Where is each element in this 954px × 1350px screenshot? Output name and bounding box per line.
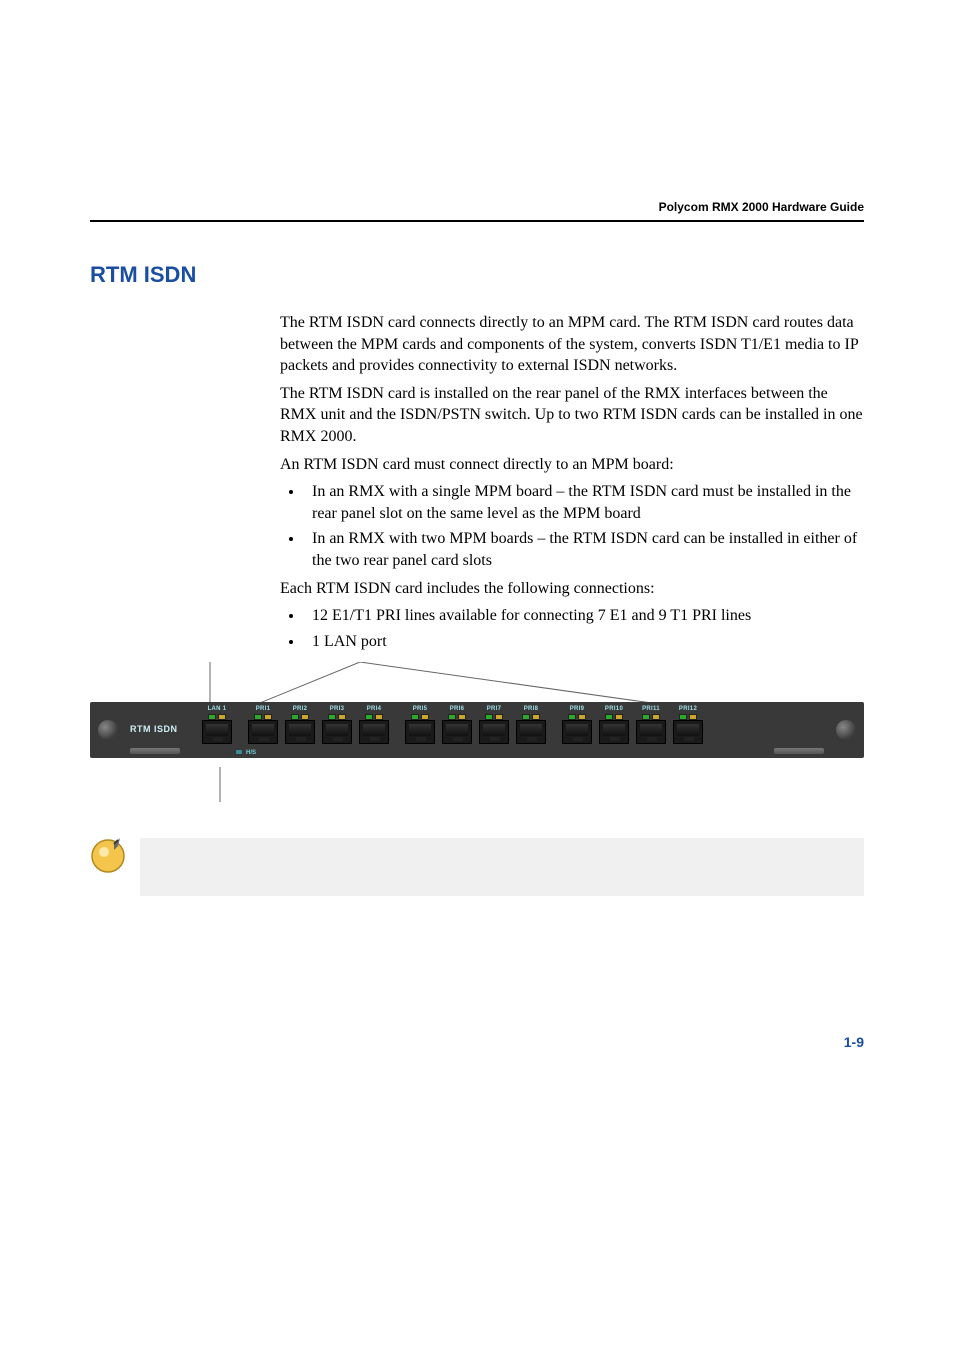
pri-port: PRI3 bbox=[320, 705, 354, 753]
pri-port: PRI9 bbox=[560, 705, 594, 753]
screw-icon bbox=[836, 720, 856, 740]
list-item: 1 LAN port bbox=[304, 631, 864, 653]
pri-port: PRI7 bbox=[477, 705, 511, 753]
handle bbox=[130, 748, 180, 754]
rj45-port bbox=[673, 720, 703, 744]
pin-note-icon bbox=[90, 838, 126, 874]
note-block bbox=[90, 838, 864, 896]
rtm-isdn-figure: RTM ISDN H/S LAN 1 PRI1 PRI2 PRI3 PRI4 bbox=[90, 702, 864, 758]
rj45-port bbox=[479, 720, 509, 744]
pri-port: PRI11 bbox=[634, 705, 668, 753]
port-label: PRI7 bbox=[487, 705, 502, 713]
pri-port: PRI4 bbox=[357, 705, 391, 753]
bullet-list: 12 E1/T1 PRI lines available for connect… bbox=[280, 605, 864, 652]
header-rule bbox=[90, 220, 864, 222]
card-label: RTM ISDN bbox=[130, 724, 178, 734]
port-label: LAN 1 bbox=[208, 705, 227, 713]
pri-group: PRI9 PRI10 PRI11 PRI12 bbox=[560, 705, 705, 753]
ports-row: LAN 1 PRI1 PRI2 PRI3 PRI4 PRI5 PRI6 PRI7… bbox=[200, 705, 744, 753]
list-item: In an RMX with two MPM boards – the RTM … bbox=[304, 528, 864, 571]
list-item: 12 E1/T1 PRI lines available for connect… bbox=[304, 605, 864, 627]
rj45-port bbox=[636, 720, 666, 744]
rj45-port bbox=[599, 720, 629, 744]
pri-port: PRI2 bbox=[283, 705, 317, 753]
rj45-port bbox=[359, 720, 389, 744]
port-label: PRI6 bbox=[450, 705, 465, 713]
pri-group: PRI1 PRI2 PRI3 PRI4 bbox=[246, 705, 391, 753]
pri-port: PRI1 bbox=[246, 705, 280, 753]
port-label: PRI1 bbox=[256, 705, 271, 713]
lan-port: LAN 1 bbox=[200, 705, 234, 753]
pri-port: PRI12 bbox=[671, 705, 705, 753]
port-label: PRI3 bbox=[330, 705, 345, 713]
bullet-list: In an RMX with a single MPM board – the … bbox=[280, 481, 864, 571]
pri-group: PRI5 PRI6 PRI7 PRI8 bbox=[403, 705, 548, 753]
port-label: PRI11 bbox=[642, 705, 660, 713]
port-label: PRI5 bbox=[413, 705, 428, 713]
pri-port: PRI8 bbox=[514, 705, 548, 753]
pri-port: PRI10 bbox=[597, 705, 631, 753]
port-label: PRI10 bbox=[605, 705, 623, 713]
port-label: PRI8 bbox=[524, 705, 539, 713]
handle bbox=[774, 748, 824, 754]
body-text: The RTM ISDN card connects directly to a… bbox=[280, 312, 864, 652]
port-label: PRI12 bbox=[679, 705, 697, 713]
rj45-port bbox=[442, 720, 472, 744]
port-label: PRI2 bbox=[293, 705, 308, 713]
paragraph: The RTM ISDN card connects directly to a… bbox=[280, 312, 864, 377]
screw-icon bbox=[98, 720, 118, 740]
paragraph: Each RTM ISDN card includes the followin… bbox=[280, 578, 864, 600]
note-content bbox=[140, 838, 864, 896]
pri-port: PRI5 bbox=[403, 705, 437, 753]
port-label: PRI4 bbox=[367, 705, 382, 713]
rj45-port bbox=[322, 720, 352, 744]
port-label: PRI9 bbox=[570, 705, 585, 713]
rj45-port bbox=[202, 720, 232, 744]
paragraph: An RTM ISDN card must connect directly t… bbox=[280, 454, 864, 476]
section-title: RTM ISDN bbox=[90, 262, 864, 288]
page-header: Polycom RMX 2000 Hardware Guide bbox=[90, 200, 864, 214]
list-item: In an RMX with a single MPM board – the … bbox=[304, 481, 864, 524]
rj45-port bbox=[516, 720, 546, 744]
rj45-port bbox=[285, 720, 315, 744]
rj45-port bbox=[562, 720, 592, 744]
pri-port: PRI6 bbox=[440, 705, 474, 753]
paragraph: The RTM ISDN card is installed on the re… bbox=[280, 383, 864, 448]
rtm-isdn-card: RTM ISDN H/S LAN 1 PRI1 PRI2 PRI3 PRI4 bbox=[90, 702, 864, 758]
rj45-port bbox=[248, 720, 278, 744]
page-number: 1-9 bbox=[844, 1034, 864, 1050]
rj45-port bbox=[405, 720, 435, 744]
